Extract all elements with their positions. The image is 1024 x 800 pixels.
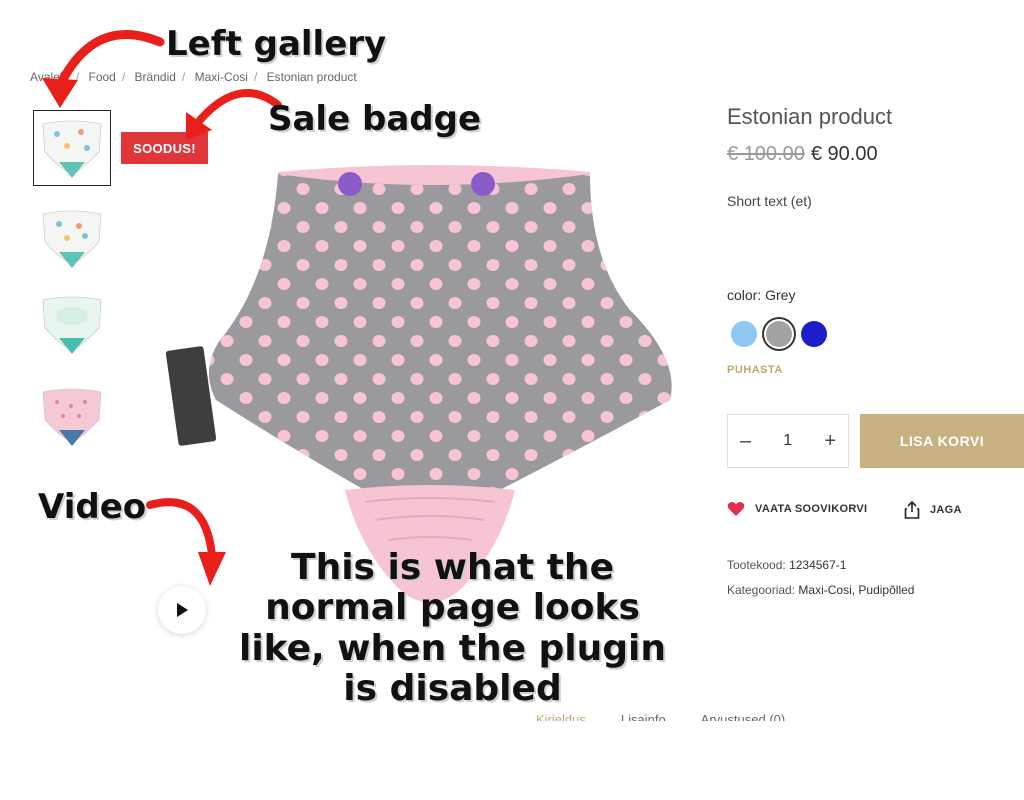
bib-thumbnail-image [42,296,102,354]
sku-value: 1234567-1 [789,558,847,572]
video-play-button[interactable] [158,586,206,634]
categories-row: Kategooriad: Maxi-Cosi, Pudipõlled [727,583,914,597]
color-swatch-navy[interactable] [801,321,827,347]
gallery-thumbnail[interactable] [33,378,111,454]
wishlist-link[interactable]: VAATA SOOVIKORVI [727,501,867,517]
annotation-video: Video [38,487,147,527]
breadcrumb-item-food[interactable]: Food [89,70,116,84]
product-price: € 100.00 € 90.00 [727,143,878,166]
caption-line: like, when the plugin [238,627,666,669]
short-description: Short text (et) [727,193,812,209]
bib-thumbnail-image [42,388,102,446]
tab-overlap-mask [520,721,840,741]
annotation-caption: This is what the normal page looks like,… [235,547,670,709]
gallery-thumbnail[interactable] [33,110,111,186]
breadcrumb-item-home[interactable]: Avaleht [30,70,70,84]
annotation-sale-badge: Sale badge [268,99,481,139]
quantity-stepper: – 1 + [727,414,849,468]
heart-icon [727,502,745,516]
caption-line: This is what the [291,547,614,588]
color-swatch-light-blue[interactable] [731,321,757,347]
breadcrumb-item-current: Estonian product [266,70,357,84]
gallery-thumbnail[interactable] [33,200,111,276]
product-title: Estonian product [727,104,893,129]
share-link[interactable]: JAGA [904,501,962,519]
bib-thumbnail-image [42,120,102,178]
color-label: color: Grey [727,287,796,303]
share-icon [904,501,920,519]
bib-thumbnail-image [42,210,102,268]
share-label: JAGA [930,504,962,516]
color-swatch-grey[interactable] [766,321,792,347]
categories-value[interactable]: Maxi-Cosi, Pudipõlled [798,583,914,597]
sku-row: Tootekood: 1234567-1 [727,558,846,572]
caption-line: normal page looks [265,587,640,629]
caption-line: is disabled [343,667,562,709]
old-price: € 100.00 [727,143,805,165]
breadcrumb: Avaleht / Food / Brändid / Maxi-Cosi / Eston… [30,70,357,84]
breadcrumb-item-brands[interactable]: Brändid [135,70,176,84]
breadcrumb-item-maxi-cosi[interactable]: Maxi-Cosi [195,70,248,84]
gallery-thumbnail[interactable] [33,286,111,362]
wishlist-label: VAATA SOOVIKORVI [755,503,868,515]
sku-label: Tootekood: [727,558,786,572]
add-to-cart-button[interactable]: LISA KORVI [860,414,1024,468]
sale-price: € 90.00 [810,143,878,165]
clear-selection-link[interactable]: PUHASTA [727,364,783,376]
quantity-decrease-button[interactable]: – [740,430,751,453]
play-icon [177,603,188,617]
quantity-increase-button[interactable]: + [824,430,836,453]
annotation-left-gallery: Left gallery [166,24,387,64]
categories-label: Kategooriad: [727,583,796,597]
quantity-input[interactable]: 1 [783,432,792,450]
